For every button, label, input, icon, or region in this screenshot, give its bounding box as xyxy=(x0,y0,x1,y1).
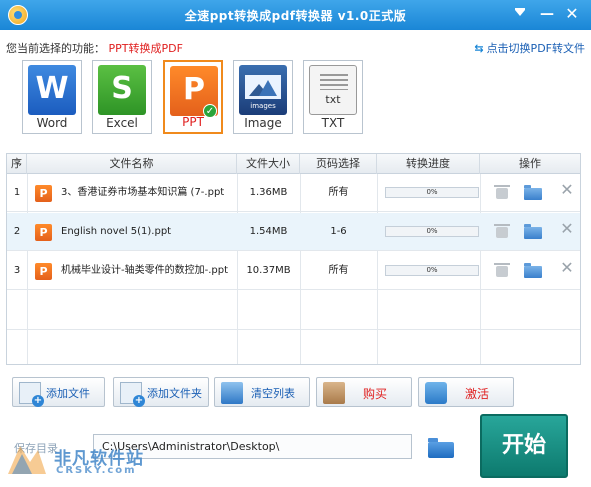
minimize-button[interactable]: — xyxy=(536,4,558,24)
row-file-name: 3、香港证券市场基本知识篇 (7-.ppt xyxy=(61,187,225,198)
row-file-size: 1.54MB xyxy=(249,226,288,237)
browse-folder-button[interactable] xyxy=(426,436,456,458)
clear-list-label: 清空列表 xyxy=(251,387,295,400)
shopping-bag-icon xyxy=(323,382,345,404)
format-image-button[interactable]: images Image xyxy=(233,60,293,134)
row-page-select[interactable]: 1-6 xyxy=(300,213,377,251)
format-ppt-label: PPT xyxy=(182,115,204,129)
txt-file-icon: txt xyxy=(309,65,357,115)
row-file-name: English novel 5(1).ppt xyxy=(61,226,172,237)
format-word-button[interactable]: W Word xyxy=(22,60,82,134)
remove-row-icon[interactable]: ✕ xyxy=(558,260,576,278)
image-icon: images xyxy=(239,65,287,115)
progress-bar: 0% xyxy=(385,187,479,198)
title-bar: 全速ppt转换成pdf转换器 v1.0正式版 — ✕ xyxy=(0,0,591,30)
save-path-input[interactable]: C:\Users\Administrator\Desktop\ xyxy=(93,434,412,459)
format-word-label: Word xyxy=(36,116,68,130)
buy-button[interactable]: 购买 xyxy=(316,377,412,407)
col-index: 序 xyxy=(7,154,27,174)
progress-label: 0% xyxy=(426,266,438,274)
format-txt-button[interactable]: txt TXT xyxy=(303,60,363,134)
col-page-select: 页码选择 xyxy=(300,154,377,174)
row-file-size: 10.37MB xyxy=(246,265,291,276)
open-folder-icon[interactable] xyxy=(524,184,542,202)
format-image-label: Image xyxy=(244,116,282,130)
start-button[interactable]: 开始 xyxy=(480,414,568,478)
activate-button[interactable]: 激活 xyxy=(418,377,514,407)
delete-icon[interactable] xyxy=(493,262,511,280)
switch-mode-label: 点击切换PDF转文件 xyxy=(486,42,585,55)
format-txt-label: TXT xyxy=(321,116,345,130)
delete-icon[interactable] xyxy=(493,184,511,202)
add-file-label: 添加文件 xyxy=(46,387,90,400)
col-actions: 操作 xyxy=(519,157,541,170)
remove-row-icon[interactable]: ✕ xyxy=(558,221,576,239)
row-index: 1 xyxy=(13,187,21,198)
format-excel-button[interactable]: S Excel xyxy=(92,60,152,134)
progress-label: 0% xyxy=(426,227,438,235)
swap-arrows-icon: ⇆ xyxy=(474,42,484,55)
open-folder-icon[interactable] xyxy=(524,262,542,280)
menu-icon[interactable] xyxy=(509,4,531,24)
excel-icon: S xyxy=(98,65,146,115)
ppt-file-icon: P xyxy=(35,185,52,202)
current-function: 您当前选择的功能： PPT转换成PDF xyxy=(6,40,183,56)
add-file-button[interactable]: 添加文件 xyxy=(12,377,105,407)
save-dir-label: 保存目录 xyxy=(14,442,58,455)
close-button[interactable]: ✕ xyxy=(561,4,583,24)
watermark-sub: CRSKY.com xyxy=(56,465,137,476)
progress-bar: 0% xyxy=(385,265,479,276)
format-ppt-button[interactable]: P ✓ PPT xyxy=(163,60,223,134)
word-icon: W xyxy=(28,65,76,115)
table-row[interactable]: 2 P English novel 5(1).ppt 1.54MB 1-6 0%… xyxy=(7,213,580,251)
row-file-size: 1.36MB xyxy=(249,187,288,198)
table-row[interactable]: 3 P 机械毕业设计-轴类零件的数控加-.ppt 10.37MB 所有 0% ✕ xyxy=(7,252,580,290)
file-table: 序 文件名称 文件大小 页码选择 转换进度 操作 1 P 3、香港证券市场基本知… xyxy=(6,153,581,365)
ppt-file-icon: P xyxy=(35,224,52,241)
add-folder-button[interactable]: 添加文件夹 xyxy=(113,377,209,407)
activate-label: 激活 xyxy=(465,387,490,401)
activate-icon xyxy=(425,382,447,404)
add-folder-icon xyxy=(120,382,145,407)
buy-label: 购买 xyxy=(363,387,388,401)
col-file-name: 文件名称 xyxy=(27,154,237,174)
row-page-select[interactable]: 所有 xyxy=(300,174,377,212)
open-folder-icon[interactable] xyxy=(524,223,542,241)
switch-mode-link[interactable]: ⇆ 点击切换PDF转文件 xyxy=(474,40,585,56)
row-index: 2 xyxy=(13,226,21,237)
progress-bar: 0% xyxy=(385,226,479,237)
col-file-size: 文件大小 xyxy=(237,154,300,174)
col-progress: 转换进度 xyxy=(377,154,480,174)
clear-list-button[interactable]: 清空列表 xyxy=(214,377,310,407)
progress-label: 0% xyxy=(426,188,438,196)
ppt-file-icon: P xyxy=(35,263,52,280)
add-folder-label: 添加文件夹 xyxy=(147,387,202,400)
row-index: 3 xyxy=(13,265,21,276)
function-label: 您当前选择的功能： xyxy=(6,42,105,55)
folder-icon xyxy=(428,438,454,458)
add-file-icon xyxy=(19,382,44,407)
window-title: 全速ppt转换成pdf转换器 v1.0正式版 xyxy=(184,9,407,23)
table-header: 序 文件名称 文件大小 页码选择 转换进度 操作 xyxy=(7,154,580,174)
remove-row-icon[interactable]: ✕ xyxy=(558,182,576,200)
table-row[interactable]: 1 P 3、香港证券市场基本知识篇 (7-.ppt 1.36MB 所有 0% ✕ xyxy=(7,174,580,212)
format-excel-label: Excel xyxy=(106,116,138,130)
delete-icon[interactable] xyxy=(493,223,511,241)
row-page-select[interactable]: 所有 xyxy=(300,252,377,290)
trash-icon xyxy=(221,382,243,404)
row-file-name: 机械毕业设计-轴类零件的数控加-.ppt xyxy=(61,265,229,276)
function-value: PPT转换成PDF xyxy=(108,42,183,55)
